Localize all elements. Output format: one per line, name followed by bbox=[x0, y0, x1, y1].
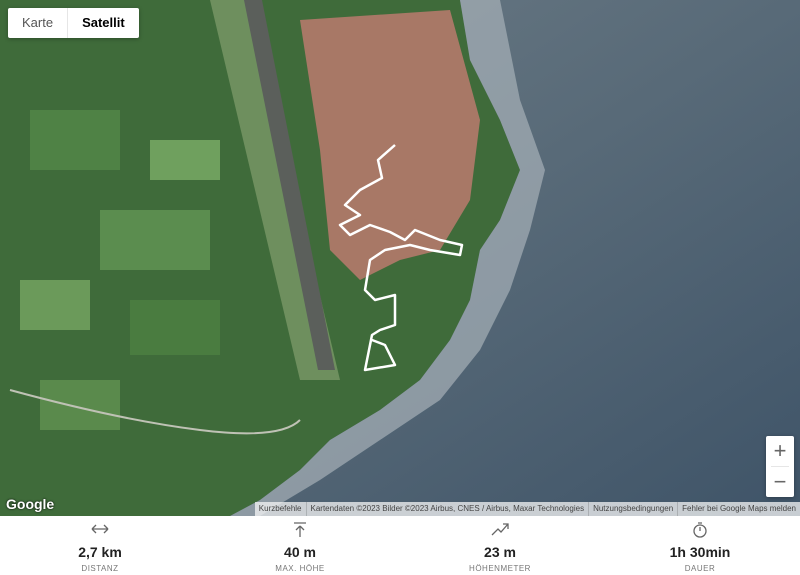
max-height-icon bbox=[293, 522, 307, 540]
zoom-in-button[interactable]: + bbox=[766, 436, 794, 466]
map-type-satellit-button[interactable]: Satellit bbox=[68, 8, 139, 38]
map-data-text: Kartendaten ©2023 Bilder ©2023 Airbus, C… bbox=[305, 502, 589, 516]
distance-value: 2,7 km bbox=[78, 544, 122, 560]
distance-label: DISTANZ bbox=[81, 564, 119, 573]
google-logo: Google bbox=[6, 496, 55, 512]
stat-max-height: 40 m MAX. HÖHE bbox=[200, 516, 400, 575]
map-view[interactable]: Karte Satellit + − Google Kurzbefehle Ka… bbox=[0, 0, 800, 516]
duration-value: 1h 30min bbox=[669, 544, 731, 560]
shortcuts-link[interactable]: Kurzbefehle bbox=[255, 502, 306, 516]
zoom-control: + − bbox=[766, 436, 794, 497]
route-line bbox=[338, 144, 464, 372]
terms-link[interactable]: Nutzungsbedingungen bbox=[588, 502, 677, 516]
route-track bbox=[338, 144, 464, 372]
elevation-gain-value: 23 m bbox=[484, 544, 516, 560]
stat-elevation-gain: 23 m HÖHENMETER bbox=[400, 516, 600, 575]
zoom-out-button[interactable]: − bbox=[766, 467, 794, 497]
stat-duration: 1h 30min DAUER bbox=[600, 516, 800, 575]
report-error-link[interactable]: Fehler bei Google Maps melden bbox=[677, 502, 800, 516]
map-type-control: Karte Satellit bbox=[8, 8, 139, 38]
map-type-karte-button[interactable]: Karte bbox=[8, 8, 67, 38]
attribution-bar: Kurzbefehle Kartendaten ©2023 Bilder ©20… bbox=[254, 502, 800, 516]
duration-label: DAUER bbox=[684, 564, 716, 573]
max-height-label: MAX. HÖHE bbox=[275, 564, 325, 573]
max-height-value: 40 m bbox=[284, 544, 316, 560]
stats-bar: 2,7 km DISTANZ 40 m MAX. HÖHE 23 m HÖHEN… bbox=[0, 516, 800, 575]
stopwatch-icon bbox=[692, 522, 708, 540]
elevation-gain-label: HÖHENMETER bbox=[469, 564, 531, 573]
elevation-gain-icon bbox=[491, 522, 509, 540]
stat-distance: 2,7 km DISTANZ bbox=[0, 516, 200, 575]
distance-icon bbox=[91, 522, 109, 540]
